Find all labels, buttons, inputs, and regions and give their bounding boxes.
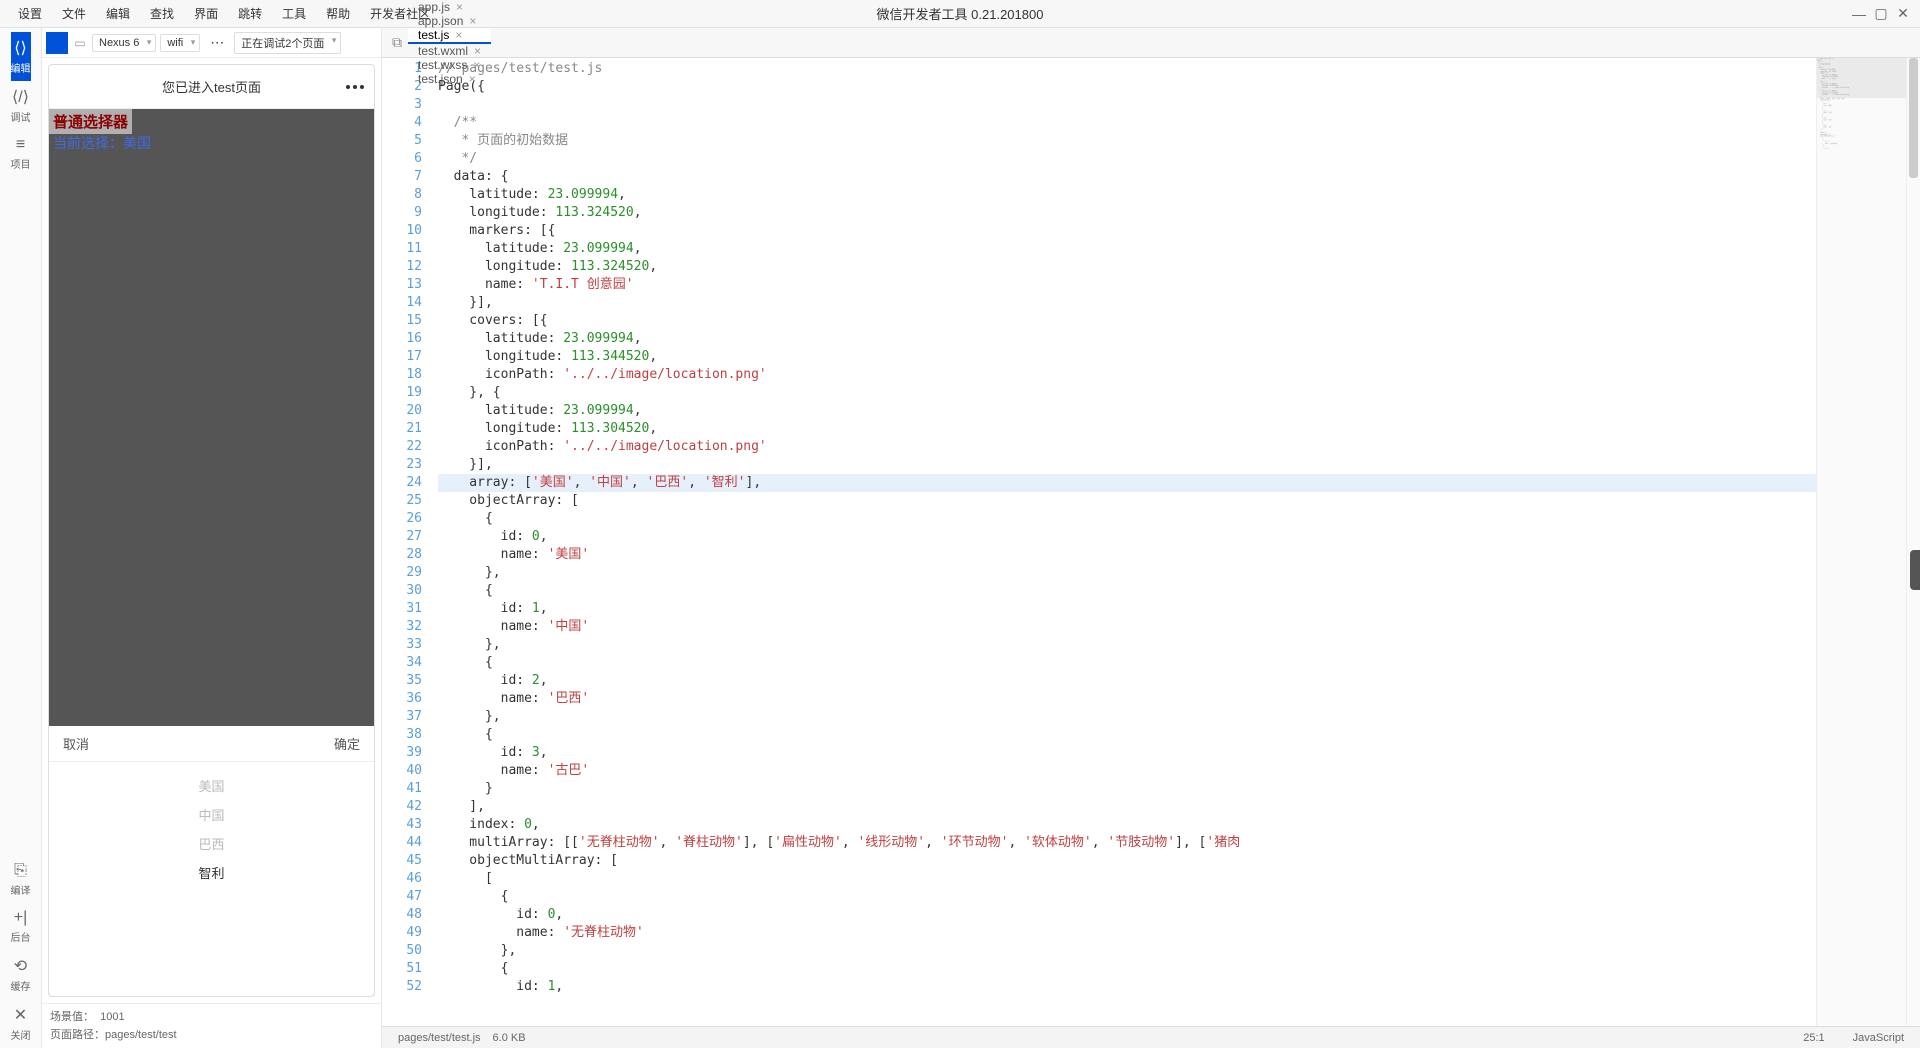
simulator-footer: 场景值： 1001 页面路径：pages/test/test bbox=[42, 1003, 381, 1048]
debug-pages-dropdown[interactable]: 正在调试2个页面 bbox=[234, 32, 341, 54]
close-tab-icon[interactable]: × bbox=[474, 44, 481, 58]
menu-查找[interactable]: 查找 bbox=[140, 7, 184, 21]
minimize-icon[interactable]: — bbox=[1850, 5, 1868, 23]
capsule-button[interactable] bbox=[346, 85, 364, 89]
sidebar-关闭[interactable]: ✕关闭 bbox=[11, 999, 31, 1048]
picker-list[interactable]: 美国中国巴西智利 bbox=[49, 762, 374, 882]
tab-test.wxss[interactable]: test.wxss× bbox=[408, 58, 491, 72]
device-body[interactable]: 普通选择器 当前选择：美国 取消 确定 美国中国巴西智利 bbox=[49, 109, 374, 996]
picker-option[interactable]: 美国 bbox=[198, 776, 224, 795]
menu-跳转[interactable]: 跳转 bbox=[228, 7, 272, 21]
status-path: pages/test/test.js bbox=[392, 1032, 487, 1044]
sidebar-icon: ⟲ bbox=[11, 956, 31, 976]
sidebar-icon: ⎘ bbox=[11, 862, 31, 880]
sidebar-icon: ≡ bbox=[11, 136, 31, 154]
vertical-scrollbar[interactable] bbox=[1906, 58, 1920, 1026]
menu-工具[interactable]: 工具 bbox=[272, 7, 316, 21]
device-navbar: 您已进入test页面 bbox=[49, 65, 374, 109]
orientation-icon[interactable]: ▭ bbox=[72, 36, 88, 50]
close-tab-icon[interactable]: × bbox=[456, 0, 463, 14]
close-tab-icon[interactable]: × bbox=[455, 28, 462, 42]
sidebar-icon: ⟨⟩ bbox=[11, 38, 31, 58]
menu-设置[interactable]: 设置 bbox=[8, 7, 52, 21]
close-icon[interactable]: ✕ bbox=[1894, 5, 1912, 23]
code-editor[interactable]: // pages/test/test.jsPage({ /** * 页面的初始数… bbox=[430, 58, 1816, 1026]
sidebar-缓存[interactable]: ⟲缓存 bbox=[11, 950, 31, 999]
close-tab-icon[interactable]: × bbox=[469, 14, 476, 28]
sidebar-项目[interactable]: ≡项目 bbox=[11, 130, 31, 177]
picker-sheet: 取消 确定 美国中国巴西智利 bbox=[49, 726, 374, 996]
tab-test.json[interactable]: test.json× bbox=[408, 72, 491, 86]
menu-文件[interactable]: 文件 bbox=[52, 7, 96, 21]
tab-test.js[interactable]: test.js× bbox=[408, 28, 491, 44]
status-bar: pages/test/test.js 6.0 KB 25:1 JavaScrip… bbox=[382, 1026, 1920, 1048]
maximize-icon[interactable]: ▢ bbox=[1872, 5, 1890, 23]
sidebar-编辑[interactable]: ⟨⟩编辑 bbox=[11, 32, 31, 81]
menu-bar: 设置文件编辑查找界面跳转工具帮助开发者社区 微信开发者工具 0.21.20180… bbox=[0, 0, 1920, 28]
tab-list-icon[interactable]: ⧉ bbox=[386, 34, 408, 51]
sidebar-调试[interactable]: ⟨/⟩调试 bbox=[11, 81, 31, 130]
sidebar-编译[interactable]: ⎘编译 bbox=[11, 856, 31, 903]
picker-option[interactable]: 智利 bbox=[198, 863, 224, 882]
picker-cancel-button[interactable]: 取消 bbox=[63, 734, 89, 753]
picker-current[interactable]: 当前选择：美国 bbox=[49, 131, 155, 155]
left-sidebar: ⟨⟩编辑⟨/⟩调试≡项目 ⎘编译+|后台⟲缓存✕关闭 bbox=[0, 28, 42, 1048]
menu-界面[interactable]: 界面 bbox=[184, 7, 228, 21]
device-title: 您已进入test页面 bbox=[162, 77, 261, 96]
sidebar-icon: ✕ bbox=[11, 1005, 31, 1025]
status-language[interactable]: JavaScript bbox=[1847, 1032, 1910, 1044]
close-tab-icon[interactable]: × bbox=[473, 58, 480, 72]
minimap[interactable]: // pages/test/test.jsPage({ /** * 页面的初始数… bbox=[1816, 58, 1906, 1026]
right-pull-handle[interactable] bbox=[1910, 550, 1920, 590]
picker-option[interactable]: 巴西 bbox=[198, 834, 224, 853]
menu-帮助[interactable]: 帮助 bbox=[316, 7, 360, 21]
tab-app.json[interactable]: app.json× bbox=[408, 14, 491, 28]
status-size: 6.0 KB bbox=[487, 1032, 532, 1044]
device-select[interactable]: Nexus 6 bbox=[92, 34, 156, 52]
status-linecol[interactable]: 25:1 bbox=[1797, 1032, 1830, 1044]
menu-编辑[interactable]: 编辑 bbox=[96, 7, 140, 21]
close-tab-icon[interactable]: × bbox=[469, 72, 476, 86]
line-gutter: 1234567891011121314151617181920212223242… bbox=[382, 58, 430, 1026]
simulator-toolbar: ▭ Nexus 6 wifi ⋯ 正在调试2个页面 bbox=[42, 28, 381, 58]
editor-area: ⧉ app.js×app.json×test.js×test.wxml×test… bbox=[382, 28, 1920, 1048]
picker-confirm-button[interactable]: 确定 bbox=[334, 734, 360, 753]
sidebar-icon: ⟨/⟩ bbox=[11, 87, 31, 107]
device-frame: 您已进入test页面 普通选择器 当前选择：美国 取消 确定 bbox=[48, 64, 375, 997]
more-icon[interactable]: ⋯ bbox=[204, 34, 230, 51]
tab-app.js[interactable]: app.js× bbox=[408, 0, 491, 14]
sim-color-swatch[interactable] bbox=[46, 32, 68, 54]
picker-option[interactable]: 中国 bbox=[198, 805, 224, 824]
window-title: 微信开发者工具 0.21.201800 bbox=[877, 4, 1044, 23]
simulator-panel: ▭ Nexus 6 wifi ⋯ 正在调试2个页面 您已进入test页面 普通选… bbox=[42, 28, 382, 1048]
editor-tabs: ⧉ app.js×app.json×test.js×test.wxml×test… bbox=[382, 28, 1920, 58]
sidebar-icon: +| bbox=[11, 909, 31, 927]
network-select[interactable]: wifi bbox=[160, 34, 200, 52]
tab-test.wxml[interactable]: test.wxml× bbox=[408, 44, 491, 58]
sidebar-后台[interactable]: +|后台 bbox=[11, 903, 31, 950]
